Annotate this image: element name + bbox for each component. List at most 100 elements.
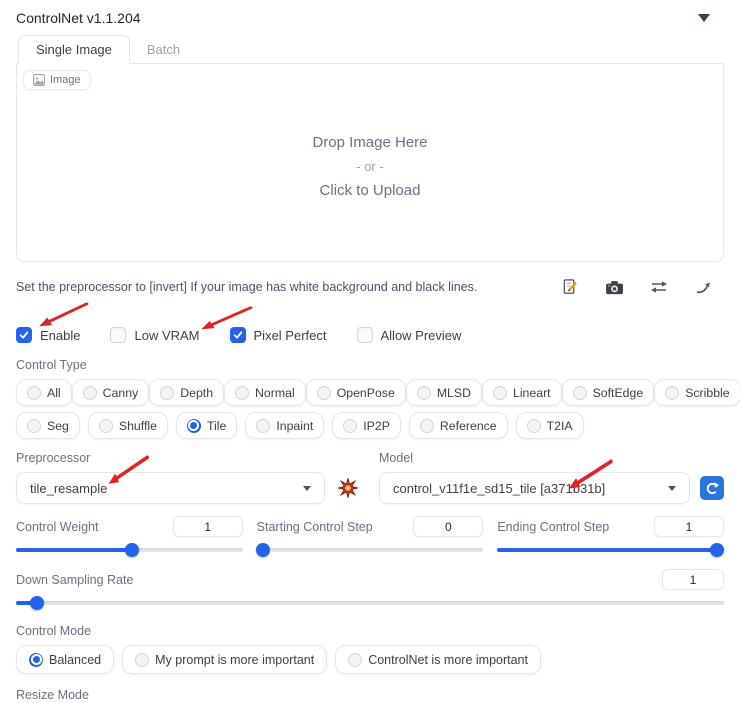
checkbox-unchecked-icon [110, 327, 127, 343]
slider-track [16, 601, 724, 605]
drop-here-text: Drop Image Here [312, 134, 428, 151]
chip-label: Seg [47, 418, 69, 433]
chip-label: All [47, 385, 61, 400]
model-value: control_v11f1e_sd15_tile [a371b31b] [393, 480, 606, 496]
control-type-all[interactable]: All [16, 379, 72, 406]
control-type-inpaint[interactable]: Inpaint [245, 412, 325, 439]
radio-icon [98, 418, 113, 433]
control-type-canny[interactable]: Canny [71, 379, 150, 406]
ending-step-label: Ending Control Step [497, 519, 610, 534]
radio-icon [343, 418, 358, 433]
chip-label: Scribble [685, 385, 730, 400]
model-dropdown[interactable]: control_v11f1e_sd15_tile [a371b31b] [379, 472, 690, 504]
chip-label: Balanced [49, 652, 102, 667]
options-row: Enable Low VRAM Pixel Perfect Allow Prev… [16, 326, 724, 344]
preprocessor-dropdown[interactable]: tile_resample [16, 472, 325, 504]
radio-icon [82, 385, 97, 400]
control-weight-slider[interactable] [16, 543, 243, 557]
chip-label: Canny [102, 385, 139, 400]
new-canvas-icon[interactable] [559, 277, 579, 297]
chip-label: Shuffle [118, 418, 157, 433]
chip-label: ControlNet is more important [368, 652, 528, 667]
annotation-arrow-enable [39, 302, 89, 327]
down-sampling-slider[interactable] [16, 596, 724, 610]
radio-selected-icon [186, 418, 201, 433]
refresh-models-button[interactable] [700, 476, 724, 500]
chevron-down-icon [303, 485, 311, 491]
starting-step-group: Starting Control Step [256, 516, 484, 557]
slider-thumb[interactable] [256, 543, 271, 557]
checkbox-checked-icon [229, 327, 246, 343]
ending-step-slider[interactable] [497, 543, 725, 557]
chevron-down-icon [668, 485, 676, 491]
starting-step-slider[interactable] [256, 543, 484, 557]
tab-batch[interactable]: Batch [130, 36, 197, 63]
control-type-shuffle[interactable]: Shuffle [87, 412, 168, 439]
hint-row: Set the preprocessor to [invert] If your… [16, 276, 724, 298]
radio-icon [572, 385, 587, 400]
control-mode-balanced[interactable]: Balanced [16, 645, 115, 674]
image-dropzone[interactable]: Image Drop Image Here - or - Click to Up… [16, 64, 724, 262]
control-type-normal[interactable]: Normal [224, 379, 306, 406]
chip-label: Normal [255, 385, 295, 400]
control-mode-prompt-important[interactable]: My prompt is more important [122, 645, 328, 674]
starting-step-input[interactable] [413, 516, 484, 537]
chip-label: My prompt is more important [155, 652, 315, 667]
ending-step-group: Ending Control Step [497, 516, 725, 557]
control-weight-label: Control Weight [16, 519, 99, 534]
allow-preview-checkbox[interactable]: Allow Preview [356, 327, 461, 343]
control-type-lineart[interactable]: Lineart [481, 379, 562, 406]
radio-icon [348, 652, 363, 667]
control-weight-input[interactable] [172, 516, 243, 537]
control-type-label: Control Type [16, 358, 87, 372]
preprocessor-model-row: Preprocessor tile_resample Model control… [16, 451, 724, 504]
radio-icon [419, 418, 434, 433]
chip-label: OpenPose [336, 385, 395, 400]
explosion-icon [338, 478, 358, 498]
slider-track [256, 548, 484, 552]
preprocessor-label: Preprocessor [16, 451, 91, 465]
collapse-arrow-icon[interactable] [698, 14, 710, 22]
webcam-icon[interactable] [604, 277, 624, 297]
control-type-row1: All Canny Depth Normal OpenPose MLSD Lin… [16, 379, 740, 406]
enable-checkbox[interactable]: Enable [16, 327, 80, 343]
send-dimensions-icon[interactable] [694, 277, 714, 297]
checkbox-checked-icon [16, 327, 32, 343]
slider-thumb[interactable] [710, 543, 725, 557]
control-type-mlsd[interactable]: MLSD [405, 379, 482, 406]
control-type-tile[interactable]: Tile [175, 412, 238, 439]
chip-label: T2IA [546, 418, 573, 433]
low-vram-checkbox[interactable]: Low VRAM [110, 327, 200, 343]
control-type-softedge[interactable]: SoftEdge [561, 379, 655, 406]
mirror-webcam-icon[interactable] [649, 277, 669, 297]
control-type-depth[interactable]: Depth [149, 379, 225, 406]
control-type-scribble[interactable]: Scribble [654, 379, 740, 406]
model-column: Model control_v11f1e_sd15_tile [a371b31b… [379, 451, 724, 504]
control-mode-row: Balanced My prompt is more important Con… [16, 645, 724, 674]
down-sampling-group: Down Sampling Rate [16, 569, 724, 610]
ending-step-input[interactable] [654, 516, 725, 537]
tab-single-image[interactable]: Single Image [18, 35, 130, 64]
run-preprocessor-button[interactable] [335, 475, 361, 501]
pixel-perfect-label: Pixel Perfect [253, 327, 327, 343]
control-type-t2ia[interactable]: T2IA [515, 412, 584, 439]
preprocessor-column: Preprocessor tile_resample [16, 451, 361, 504]
control-type-ip2p[interactable]: IP2P [332, 412, 401, 439]
refresh-icon [706, 482, 719, 494]
slider-thumb[interactable] [30, 596, 45, 610]
down-sampling-input[interactable] [662, 569, 724, 590]
slider-thumb[interactable] [124, 543, 139, 557]
image-toolbar [559, 277, 714, 297]
control-mode-controlnet-important[interactable]: ControlNet is more important [335, 645, 541, 674]
radio-icon [665, 385, 680, 400]
or-text: - or - [356, 159, 384, 174]
control-type-seg[interactable]: Seg [16, 412, 80, 439]
click-to-upload-text[interactable]: Click to Upload [17, 182, 723, 199]
control-type-reference[interactable]: Reference [408, 412, 508, 439]
step-sliders-row: Control Weight Starting Control Step [16, 516, 725, 557]
radio-selected-icon [29, 652, 43, 667]
control-type-openpose[interactable]: OpenPose [305, 379, 406, 406]
pixel-perfect-checkbox[interactable]: Pixel Perfect [229, 327, 327, 343]
accordion-header[interactable]: ControlNet v1.1.204 [16, 8, 724, 28]
radio-icon [235, 385, 250, 400]
